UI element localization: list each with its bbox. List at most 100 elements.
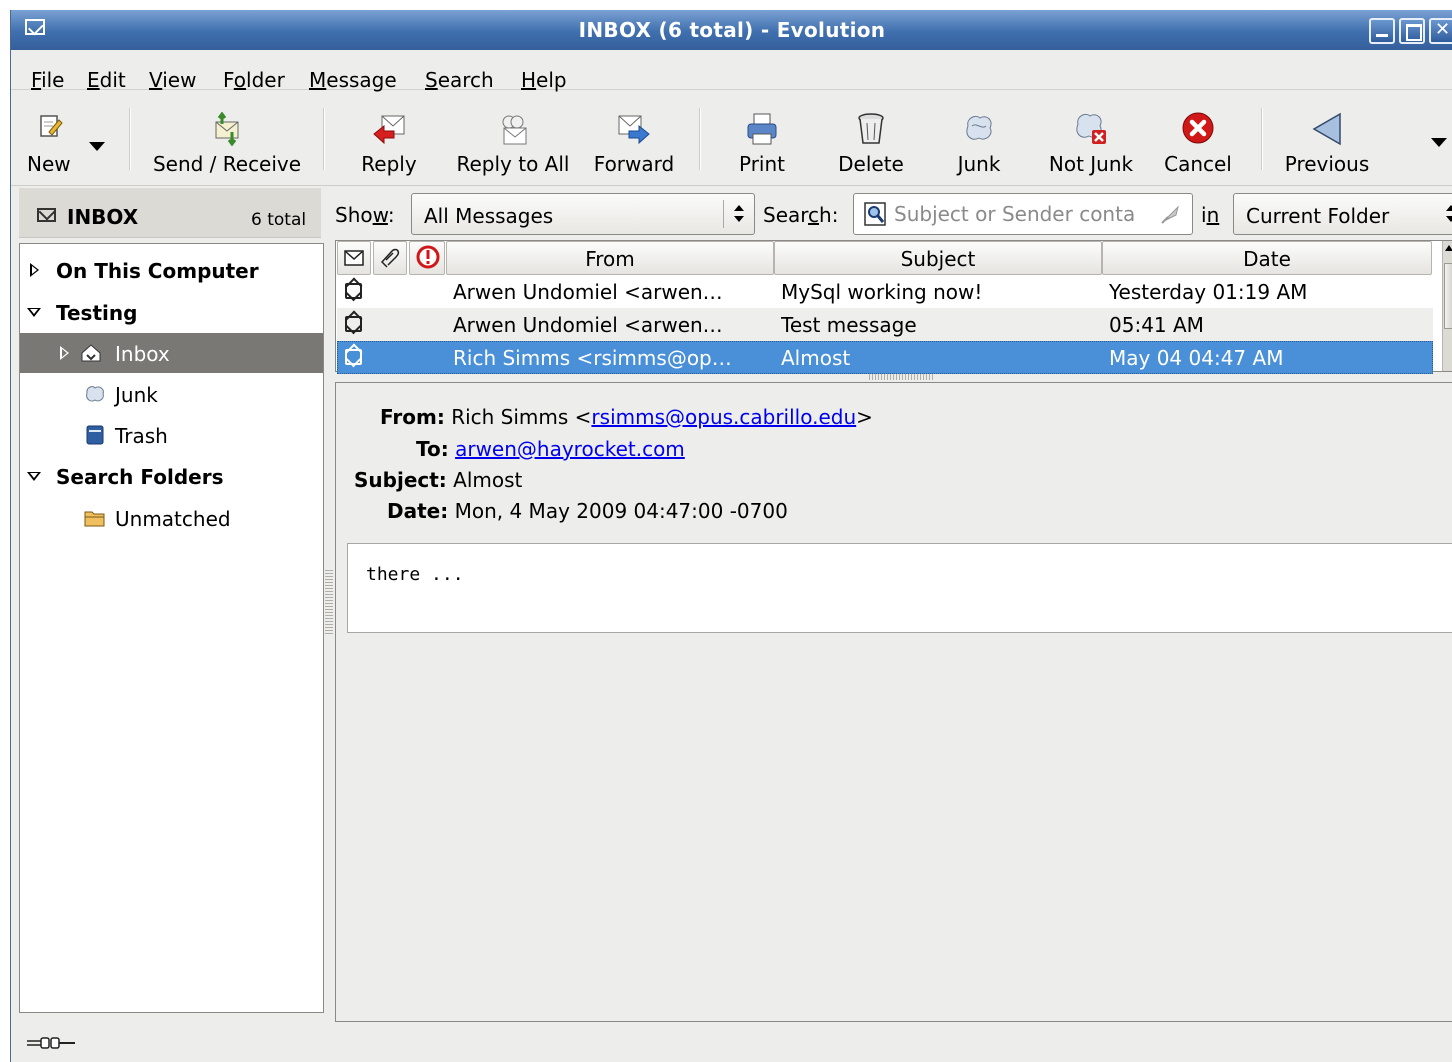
show-label: Show: [335, 203, 395, 227]
tree-item-on-this-computer[interactable]: On This Computer [20, 250, 323, 290]
close-button[interactable] [1429, 18, 1452, 44]
pane-splitter[interactable] [325, 570, 333, 634]
column-status[interactable] [337, 241, 371, 275]
tree-item-inbox[interactable]: Inbox [20, 333, 323, 373]
previous-arrow-icon [1312, 112, 1341, 146]
junk-label: Junk [957, 152, 1001, 176]
table-row[interactable]: Arwen Undomiel <arwen… MySql working now… [337, 275, 1433, 308]
minimize-button[interactable] [1369, 18, 1395, 44]
delete-button[interactable]: Delete [833, 100, 909, 180]
column-date[interactable]: Date [1102, 241, 1432, 275]
folder-count: 6 total [251, 210, 307, 230]
tree-item-trash[interactable]: Trash [20, 415, 323, 455]
reply-all-label: Reply to All [456, 152, 570, 176]
search-scope-select[interactable]: Current Folder [1233, 193, 1452, 235]
menu-edit[interactable]: Edit [87, 68, 126, 92]
send-receive-button[interactable]: Send / Receive [143, 100, 311, 180]
print-label: Print [738, 152, 785, 176]
expand-arrow-icon[interactable] [30, 263, 39, 277]
toolbar-separator [129, 108, 131, 170]
column-flag[interactable] [409, 241, 445, 275]
message-date: 05:41 AM [1109, 313, 1204, 337]
message-body[interactable]: there ... [347, 543, 1452, 633]
menu-help[interactable]: Help [521, 68, 567, 92]
tree-item-label: On This Computer [56, 259, 259, 283]
online-connection-icon[interactable] [27, 1036, 75, 1050]
envelope-icon [37, 208, 56, 222]
reply-button[interactable]: Reply [351, 100, 427, 180]
maximize-button[interactable] [1399, 18, 1425, 44]
menu-file[interactable]: File [31, 68, 64, 92]
toolbar-separator [323, 108, 325, 170]
reply-all-button[interactable]: Reply to All [451, 100, 575, 180]
tree-item-label: Testing [56, 301, 138, 325]
search-field[interactable] [853, 193, 1193, 235]
new-dropdown-icon[interactable] [89, 142, 105, 152]
new-button[interactable]: New [17, 100, 87, 180]
scrollbar-thumb[interactable] [1444, 263, 1452, 329]
column-subject[interactable]: Subject [774, 241, 1102, 275]
toolbar-separator [1261, 108, 1263, 170]
trash-can-icon [858, 113, 884, 144]
reply-icon [373, 115, 405, 145]
print-button[interactable]: Print [729, 100, 795, 180]
menu-search[interactable]: Search [425, 68, 494, 92]
collapse-arrow-icon[interactable] [27, 308, 41, 317]
message-date: Yesterday 01:19 AM [1109, 280, 1308, 304]
tree-item-search-folders[interactable]: Search Folders [20, 456, 323, 496]
send-receive-label: Send / Receive [152, 152, 302, 176]
junk-folder-icon [86, 386, 104, 402]
tree-item-testing[interactable]: Testing [20, 292, 323, 332]
read-envelope-icon[interactable] [345, 316, 362, 332]
message-date: May 04 04:47 AM [1109, 346, 1284, 370]
title-bar[interactable]: INBOX (6 total) - Evolution [11, 10, 1452, 50]
previous-button[interactable]: Previous [1277, 100, 1377, 180]
folder-tree: On This Computer Testing Inbox Junk Tras… [19, 243, 324, 1013]
column-attachment[interactable] [373, 241, 407, 275]
table-row-selected[interactable]: Rich Simms <rsimms@op… Almost May 04 04:… [337, 341, 1433, 374]
main-toolbar: New Send / Receive Reply Reply to All Fo… [11, 90, 1452, 186]
show-filter-select[interactable]: All Messages [411, 193, 755, 235]
reply-all-icon [502, 115, 527, 145]
toolbar-overflow-icon[interactable] [1431, 138, 1447, 148]
collapse-arrow-icon[interactable] [27, 472, 41, 481]
search-input[interactable] [894, 200, 1144, 228]
tree-item-label: Trash [115, 424, 168, 448]
menu-folder[interactable]: Folder [223, 68, 285, 92]
trash-folder-icon [86, 425, 104, 445]
cancel-button[interactable]: Cancel [1157, 100, 1239, 180]
tree-item-junk[interactable]: Junk [20, 374, 323, 414]
scroll-up-icon[interactable] [1445, 245, 1452, 251]
message-subject: MySql working now! [781, 280, 983, 304]
expand-arrow-icon[interactable] [60, 346, 69, 360]
list-preview-splitter[interactable] [869, 374, 933, 380]
forward-button[interactable]: Forward [589, 100, 679, 180]
tree-item-label: Junk [115, 383, 158, 407]
preview-subject: Subject: Almost [354, 468, 523, 492]
search-icon[interactable] [864, 202, 886, 226]
read-envelope-icon[interactable] [345, 349, 362, 365]
column-from[interactable]: From [446, 241, 774, 275]
printer-icon [747, 113, 777, 145]
combo-separator [723, 200, 724, 228]
not-junk-button[interactable]: Not Junk [1041, 100, 1141, 180]
cancel-label: Cancel [1164, 152, 1232, 176]
message-body-text: there ... [366, 564, 464, 585]
message-list-scrollbar[interactable] [1442, 241, 1452, 371]
search-label: Search: [763, 203, 839, 227]
to-email-link[interactable]: arwen@hayrocket.com [455, 437, 685, 461]
cancel-icon [1182, 112, 1214, 144]
combo-arrows-icon [1446, 205, 1452, 223]
tree-item-unmatched[interactable]: Unmatched [20, 498, 323, 538]
evolution-window: INBOX (6 total) - Evolution File Edit Vi… [10, 10, 1452, 1062]
reply-label: Reply [361, 152, 417, 176]
menu-message[interactable]: Message [309, 68, 397, 92]
menu-view[interactable]: View [149, 68, 196, 92]
from-email-link[interactable]: rsimms@opus.cabrillo.edu [591, 405, 856, 429]
clear-search-icon[interactable] [1160, 203, 1182, 225]
message-preview: From: Rich Simms <rsimms@opus.cabrillo.e… [335, 382, 1452, 1022]
table-row[interactable]: Arwen Undomiel <arwen… Test message 05:4… [337, 308, 1433, 341]
window-title: INBOX (6 total) - Evolution [578, 18, 886, 42]
read-envelope-icon[interactable] [345, 283, 362, 299]
junk-button[interactable]: Junk [947, 100, 1011, 180]
